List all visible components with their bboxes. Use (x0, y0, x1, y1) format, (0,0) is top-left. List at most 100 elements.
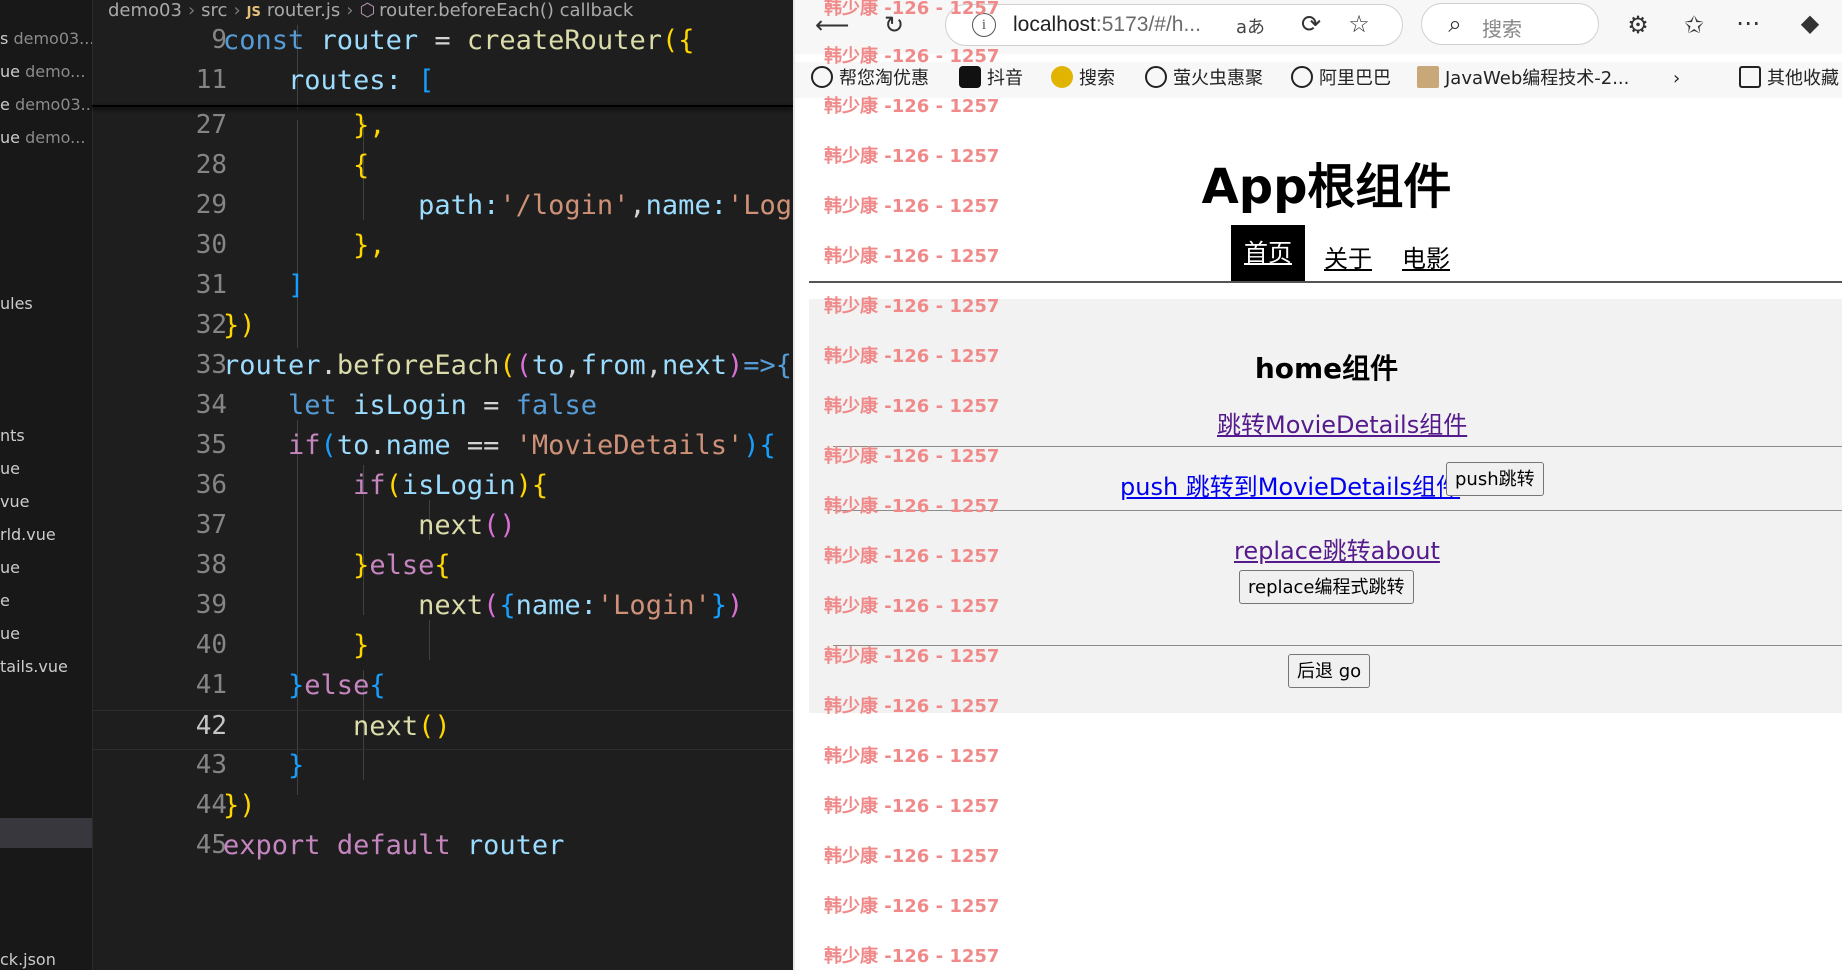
watermark-text: 韩少康 -126 - 1257 (824, 846, 1000, 867)
movie-details-link[interactable]: 跳转MovieDetails组件 (1217, 405, 1467, 440)
code-line: 30 }, (92, 230, 793, 270)
line-number: 37 (195, 510, 227, 540)
more-options-icon[interactable]: ⋯ (1733, 8, 1763, 38)
explorer-item[interactable]: ue (0, 558, 92, 584)
extensions-icon[interactable]: ⚙ (1623, 10, 1653, 40)
watermark-text: 韩少康 -126 - 1257 (824, 546, 1000, 567)
explorer-item-label: tails.vue (0, 657, 68, 676)
breadcrumb-symbol[interactable]: router.beforeEach() callback (379, 0, 633, 21)
explorer-item[interactable]: ue demo... (0, 62, 92, 88)
bookmark-item[interactable]: JavaWeb编程技术-2... (1417, 66, 1629, 92)
watermark-text: 韩少康 -126 - 1257 (824, 196, 1000, 217)
address-bar[interactable]: i localhost:5173/#/h... aあ ⟳ ☆ (945, 4, 1403, 46)
explorer-item-label: demo... (25, 128, 86, 147)
breadcrumb-file[interactable]: router.js (267, 0, 340, 21)
chevron-right-icon: › (233, 0, 241, 21)
explorer-item-selected[interactable] (0, 818, 92, 848)
code-line: 43 } (92, 750, 793, 790)
nav-link-about[interactable]: 关于 (1324, 239, 1372, 274)
file-explorer-sidebar: s demo03... ue demo... e demo03... ue de… (0, 0, 93, 970)
explorer-item[interactable]: e (0, 591, 92, 617)
folder-icon (1739, 66, 1761, 88)
code-editor[interactable]: 9 const router = createRouter({ 11 routes… (92, 25, 793, 945)
nav-link-home[interactable]: 首页 (1231, 225, 1305, 281)
line-number: 9 (211, 25, 227, 55)
bookmark-item[interactable]: 帮您淘优惠 (811, 66, 929, 92)
bookmark-item[interactable]: 阿里巴巴 (1291, 66, 1391, 92)
line-number: 45 (195, 830, 227, 860)
watermark-text: 韩少康 -126 - 1257 (824, 346, 1000, 367)
bookmark-item[interactable]: 搜索 (1051, 66, 1115, 92)
code-line-current: 42 next() (92, 710, 793, 750)
bookmark-item[interactable]: 萤火虫惠聚 (1145, 66, 1263, 92)
url-text[interactable]: localhost:5173/#/h... (1013, 13, 1201, 37)
search-icon: ⌕ (1448, 10, 1462, 38)
globe-icon (1145, 66, 1167, 88)
copilot-icon[interactable]: ◆ (1795, 8, 1825, 38)
bookmarks-overflow-chevron-icon[interactable]: › (1673, 66, 1680, 92)
search-box[interactable]: ⌕ 搜索 (1421, 3, 1599, 45)
replace-button[interactable]: replace编程式跳转 (1239, 570, 1414, 604)
watermark-text: 韩少康 -126 - 1257 (824, 696, 1000, 717)
explorer-item-label: ue (0, 624, 20, 643)
explorer-item[interactable]: vue (0, 492, 92, 518)
image-icon (1417, 66, 1439, 88)
code-line: 33 router.beforeEach((to,from,next)=>{ (92, 350, 793, 390)
explorer-item-label: demo03... (14, 95, 92, 114)
bookmark-label: 搜索 (1079, 68, 1115, 89)
line-number: 39 (195, 590, 227, 620)
search-plus-icon (1051, 66, 1073, 88)
nav-link-movie[interactable]: 电影 (1402, 239, 1450, 274)
explorer-item[interactable]: ue (0, 459, 92, 485)
chevron-right-icon: › (346, 0, 354, 21)
watermark-text: 韩少康 -126 - 1257 (824, 946, 1000, 967)
code-line: 32}) (92, 310, 793, 350)
breadcrumb-folder[interactable]: src (201, 0, 227, 21)
back-go-button[interactable]: 后退 go (1288, 654, 1371, 688)
browser-essentials-icon[interactable]: ⟳ (1296, 9, 1326, 39)
explorer-item[interactable]: ules (0, 294, 92, 320)
breadcrumb-project[interactable]: demo03 (108, 0, 182, 21)
explorer-item[interactable]: nts (0, 426, 92, 452)
watermark-text: 韩少康 -126 - 1257 (824, 246, 1000, 267)
favorites-icon[interactable]: ✩ (1679, 10, 1709, 40)
explorer-item[interactable]: rld.vue (0, 525, 92, 551)
sticky-scroll-divider (92, 105, 793, 107)
code-line: 38 }else{ (92, 550, 793, 590)
explorer-item[interactable]: ck.json (0, 950, 92, 970)
bookmark-item[interactable]: 抖音 (959, 66, 1023, 92)
search-placeholder: 搜索 (1482, 17, 1522, 41)
symbol-method-icon: ⬡ (359, 0, 376, 21)
read-aloud-icon[interactable]: aあ (1236, 13, 1265, 39)
watermark-text: 韩少康 -126 - 1257 (824, 596, 1000, 617)
explorer-item-label: vue (0, 492, 30, 511)
line-number: 29 (195, 190, 227, 220)
bookmark-label: 萤火虫惠聚 (1173, 68, 1263, 89)
watermark-text: 韩少康 -126 - 1257 (824, 446, 1000, 467)
explorer-item[interactable]: ue demo... (0, 128, 92, 154)
line-number: 40 (195, 630, 227, 660)
watermark-text: 韩少康 -126 - 1257 (824, 0, 1000, 19)
push-movie-details-link[interactable]: push 跳转到MovieDetails组件 (1120, 467, 1460, 502)
explorer-item[interactable]: e demo03... (0, 95, 92, 121)
breadcrumb: demo03 › src › JS router.js › ⬡ router.beforeEac… (108, 0, 633, 22)
line-number-current: 42 (195, 711, 227, 741)
push-button[interactable]: push跳转 (1446, 462, 1544, 496)
replace-about-link[interactable]: replace跳转about (1234, 531, 1440, 566)
code-line: 41 }else{ (92, 670, 793, 710)
code-line: 44}) (92, 790, 793, 830)
explorer-item[interactable]: s demo03... (0, 29, 92, 55)
bookmark-label: 抖音 (987, 68, 1023, 89)
bookmark-label: 帮您淘优惠 (839, 68, 929, 89)
explorer-item[interactable]: ue (0, 624, 92, 650)
bookmark-item[interactable]: 其他收藏 (1739, 66, 1839, 92)
explorer-item-label: ue (0, 459, 20, 478)
chevron-right-icon: › (187, 0, 196, 21)
explorer-item[interactable]: tails.vue (0, 657, 92, 683)
explorer-item-label: ue (0, 558, 20, 577)
bookmark-label: JavaWeb编程技术-2... (1445, 68, 1630, 89)
favorite-star-icon[interactable]: ☆ (1344, 9, 1374, 39)
explorer-item-label: ck.json (0, 950, 56, 969)
code-line: 31 ] (92, 270, 793, 310)
line-number: 36 (195, 470, 227, 500)
